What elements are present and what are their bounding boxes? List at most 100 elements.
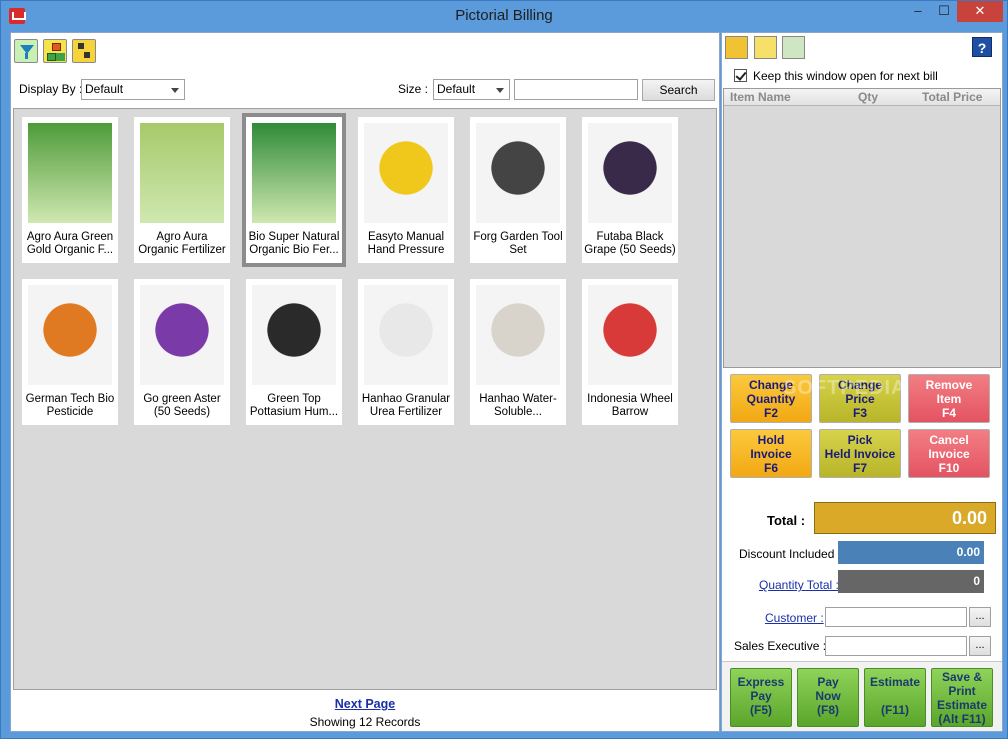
column-qty[interactable]: Qty (858, 90, 878, 104)
size-select[interactable]: Default (433, 79, 510, 100)
pay-label: Express (737, 675, 785, 689)
total-value: 0.00 (814, 502, 996, 534)
pay-label: Print (948, 684, 976, 698)
change-price-button[interactable]: Change Price F3 (819, 374, 901, 423)
keep-open-checkbox[interactable] (734, 69, 747, 82)
button-label1: Cancel (929, 433, 969, 447)
change-quantity-button[interactable]: Change Quantity F2 (730, 374, 812, 423)
fertilizer-bag-green-icon (28, 123, 112, 223)
sprayer-icon (364, 123, 448, 223)
button-label2: Item (936, 392, 962, 406)
pesticide-bottle-icon (28, 285, 112, 385)
black-grape-icon (588, 123, 672, 223)
button-label1: Change (748, 378, 793, 392)
search-input[interactable] (514, 79, 638, 100)
cancel-invoice-button[interactable]: Cancel Invoice F10 (908, 429, 990, 478)
records-count: Showing 12 Records (309, 715, 421, 729)
search-button[interactable]: Search (642, 79, 715, 101)
button-key: F7 (852, 461, 867, 475)
estimate-button[interactable]: Estimate (F11) (864, 668, 926, 727)
edit-bill-icon[interactable] (725, 36, 748, 59)
product-tile[interactable]: Hanhao Granular Urea Fertilizer (358, 279, 454, 425)
button-label2: Invoice (928, 447, 970, 461)
pick-held-invoice-button[interactable]: Pick Held Invoice F7 (819, 429, 901, 478)
save-print-estimate-button[interactable]: Save & Print Estimate (Alt F11) (931, 668, 993, 727)
product-tile[interactable]: Agro Aura Organic Fertilizer (134, 117, 230, 263)
keep-open-label: Keep this window open for next bill (753, 69, 938, 83)
button-label1: Change (837, 378, 882, 392)
pay-label: Now (815, 689, 841, 703)
quantity-total-value: 0 (838, 570, 984, 593)
button-key: F4 (941, 406, 956, 420)
button-label1: Remove (925, 378, 973, 392)
remove-item-button[interactable]: Remove Item F4 (908, 374, 990, 423)
product-tile[interactable]: German Tech Bio Pesticide (22, 279, 118, 425)
product-tile[interactable]: Indonesia Wheel Barrow (582, 279, 678, 425)
customer-link[interactable]: Customer : (765, 611, 824, 625)
hierarchy-icon[interactable] (72, 39, 96, 63)
bill-table-header: Item Name Qty Total Price (724, 89, 1000, 106)
pay-label: Estimate (936, 698, 988, 712)
pay-label: (F5) (750, 703, 772, 717)
button-label2: Price (845, 392, 875, 406)
urea-granules-icon (364, 285, 448, 385)
product-tile[interactable]: Agro Aura Green Gold Organic F... (22, 117, 118, 263)
help-icon[interactable]: ? (972, 37, 992, 57)
product-name: Hanhao Water-Soluble... (479, 393, 557, 418)
product-tile[interactable]: Hanhao Water-Soluble... (470, 279, 566, 425)
sales-executive-field[interactable] (825, 636, 967, 656)
payment-bar: Express Pay (F5) Pay Now (F8) Estimate (F11) Sav… (722, 661, 1002, 731)
pay-label (865, 689, 925, 703)
pay-label: Pay (817, 675, 839, 689)
quantity-total-link[interactable]: Quantity Total : (759, 578, 839, 592)
total-label: Total : (767, 513, 806, 528)
column-item-name[interactable]: Item Name (730, 90, 791, 104)
wheelbarrow-icon (588, 285, 672, 385)
filter-icon[interactable] (14, 39, 38, 63)
maximize-button[interactable]: ☐ (931, 1, 957, 22)
product-tile[interactable]: Bio Super Natural Organic Bio Fer... (242, 113, 346, 267)
display-by-select[interactable]: Default (81, 79, 185, 100)
bio-super-bag-icon (252, 123, 336, 223)
close-button[interactable]: ✕ (957, 1, 1003, 22)
garden-tools-icon (476, 123, 560, 223)
button-label1: Pick (847, 433, 873, 447)
pay-label: Pay (750, 689, 772, 703)
pay-label: (F8) (817, 703, 839, 717)
product-tile[interactable]: Forg Garden Tool Set (470, 117, 566, 263)
express-pay-button[interactable]: Express Pay (F5) (730, 668, 792, 727)
product-name: Forg Garden Tool Set (473, 231, 563, 256)
product-tile[interactable]: Easyto Manual Hand Pressure (358, 117, 454, 263)
pay-now-button[interactable]: Pay Now (F8) (797, 668, 859, 727)
customer-browse-button[interactable]: ... (969, 607, 991, 627)
pager: Next Page Showing 12 Records (11, 697, 719, 729)
product-name: German Tech Bio Pesticide (25, 393, 115, 418)
product-tile[interactable]: Go green Aster (50 Seeds) (134, 279, 230, 425)
bill-settings-icon[interactable] (754, 36, 777, 59)
bill-table[interactable]: Item Name Qty Total Price (723, 88, 1001, 368)
product-name: Bio Super Natural Organic Bio Fer... (248, 231, 340, 256)
button-key: F2 (763, 406, 778, 420)
button-key: F3 (852, 406, 867, 420)
product-name: Easyto Manual Hand Pressure (367, 231, 445, 256)
next-page-link[interactable]: Next Page (335, 697, 395, 711)
product-tile[interactable]: Futaba Black Grape (50 Seeds) (582, 117, 678, 263)
hold-invoice-button[interactable]: Hold Invoice F6 (730, 429, 812, 478)
product-name: Agro Aura Organic Fertilizer (138, 231, 226, 256)
title-bar: Pictorial Billing – ☐ ✕ (1, 1, 1007, 31)
button-label2: Invoice (750, 447, 792, 461)
minimize-button[interactable]: – (905, 1, 931, 22)
product-name: Green Top Pottasium Hum... (249, 393, 339, 418)
keep-open-option[interactable]: Keep this window open for next bill (734, 69, 938, 83)
product-name: Hanhao Granular Urea Fertilizer (361, 393, 451, 418)
button-key: F6 (763, 461, 778, 475)
sales-executive-label: Sales Executive : (734, 639, 827, 653)
bill-preview-icon[interactable] (782, 36, 805, 59)
sales-executive-browse-button[interactable]: ... (969, 636, 991, 656)
column-total-price[interactable]: Total Price (922, 90, 982, 104)
category-tree-icon[interactable] (43, 39, 67, 63)
customer-field[interactable] (825, 607, 967, 627)
pay-label: Save & (941, 670, 983, 684)
product-tile[interactable]: Green Top Pottasium Hum... (246, 279, 342, 425)
pay-label: (Alt F11) (938, 712, 986, 726)
